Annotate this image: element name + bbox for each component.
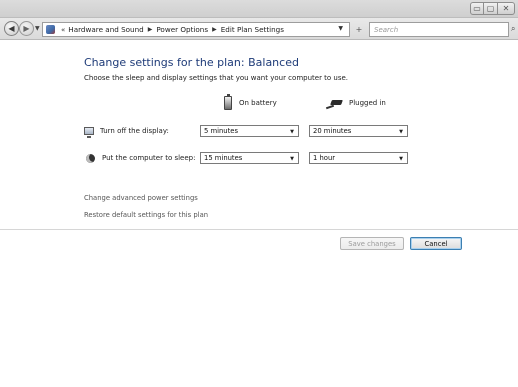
search-placeholder: Search	[374, 25, 399, 34]
breadcrumb[interactable]: « Hardware and Sound ▶ Power Options ▶ E…	[42, 22, 350, 37]
display-plugged-in-value: 20 minutes	[313, 127, 352, 135]
page-title: Change settings for the plan: Balanced	[84, 56, 299, 69]
breadcrumb-separator[interactable]: ▶	[212, 26, 217, 33]
chevron-down-icon: ▼	[290, 129, 294, 135]
breadcrumb-hardware-and-sound[interactable]: Hardware and Sound	[68, 25, 143, 34]
close-button[interactable]: ✕	[498, 2, 515, 15]
refresh-button[interactable]: +	[352, 23, 366, 36]
recent-pages-dropdown[interactable]: ▼	[35, 25, 40, 32]
sleep-plugged-in-select[interactable]: 1 hour ▼	[309, 152, 408, 164]
sleep-plugged-in-value: 1 hour	[313, 154, 336, 162]
maximize-button[interactable]: ▢	[484, 2, 498, 15]
search-icon[interactable]: ⌕	[511, 24, 515, 34]
save-changes-button[interactable]: Save changes	[340, 237, 404, 250]
monitor-icon	[84, 127, 94, 138]
breadcrumb-power-options[interactable]: Power Options	[156, 25, 208, 34]
back-arrow-icon: ◀	[8, 24, 15, 33]
advanced-power-settings-link[interactable]: Change advanced power settings	[84, 194, 198, 202]
page-subtitle: Choose the sleep and display settings th…	[84, 74, 349, 82]
display-setting-label: Turn off the display:	[84, 125, 169, 138]
address-bar: ◀ ▶ ▼ « Hardware and Sound ▶ Power Optio…	[0, 18, 518, 40]
sleep-on-battery-value: 15 minutes	[204, 154, 243, 162]
address-dropdown-icon[interactable]: ▼	[338, 25, 343, 32]
display-on-battery-value: 5 minutes	[204, 127, 238, 135]
refresh-icon: +	[355, 25, 363, 34]
sleep-moon-icon	[86, 153, 95, 163]
window-title-bar: ▭ ▢ ✕	[0, 0, 518, 18]
on-battery-header: On battery	[224, 94, 277, 111]
cancel-button[interactable]: Cancel	[410, 237, 462, 250]
plugged-in-label: Plugged in	[349, 99, 386, 107]
forward-button[interactable]: ▶	[19, 21, 34, 36]
chevron-down-icon: ▼	[290, 156, 294, 162]
display-on-battery-select[interactable]: 5 minutes ▼	[200, 125, 299, 137]
minimize-button[interactable]: ▭	[470, 2, 484, 15]
forward-arrow-icon: ▶	[23, 24, 30, 33]
chevron-down-icon: ▼	[399, 156, 403, 162]
power-plug-icon	[326, 99, 344, 108]
breadcrumb-edit-plan-settings[interactable]: Edit Plan Settings	[221, 25, 284, 34]
plugged-in-header: Plugged in	[326, 95, 386, 111]
control-panel-icon	[46, 25, 55, 34]
window-caption-buttons: ▭ ▢ ✕	[470, 2, 515, 15]
breadcrumb-overflow-chevron[interactable]: «	[61, 26, 65, 34]
breadcrumb-separator[interactable]: ▶	[148, 26, 153, 33]
restore-defaults-link[interactable]: Restore default settings for this plan	[84, 211, 208, 219]
display-setting-text: Turn off the display:	[100, 127, 169, 135]
display-plugged-in-select[interactable]: 20 minutes ▼	[309, 125, 408, 137]
sleep-on-battery-select[interactable]: 15 minutes ▼	[200, 152, 299, 164]
sleep-setting-label: Put the computer to sleep:	[86, 152, 195, 164]
battery-icon	[224, 94, 232, 110]
footer-divider	[0, 229, 518, 230]
sleep-setting-text: Put the computer to sleep:	[102, 154, 196, 162]
on-battery-label: On battery	[239, 99, 277, 107]
chevron-down-icon: ▼	[399, 129, 403, 135]
search-input[interactable]: Search	[369, 22, 509, 37]
back-button[interactable]: ◀	[4, 21, 19, 36]
